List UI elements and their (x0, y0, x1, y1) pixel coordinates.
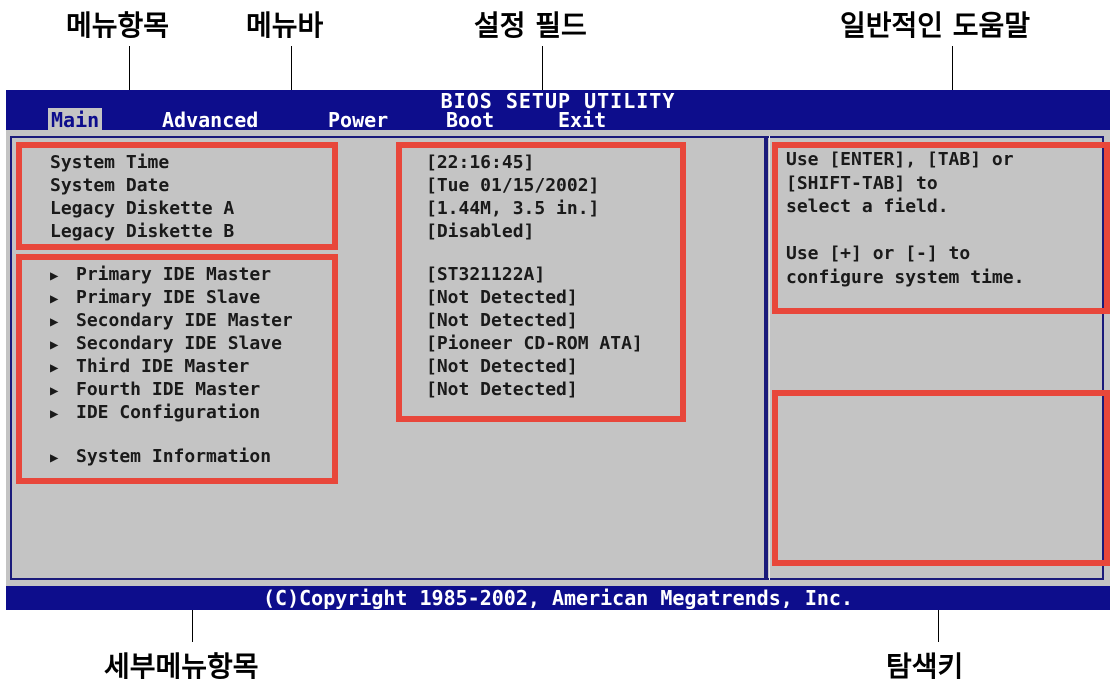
bios-screen: BIOS SETUP UTILITY Main Advanced Power B… (6, 89, 1110, 610)
callout-general-help: 일반적인 도움말 (840, 9, 1031, 42)
callout-config-fields: 설정 필드 (474, 9, 587, 42)
callout-submenu-item: 세부메뉴항목 (104, 650, 259, 683)
bios-menu-bar: BIOS SETUP UTILITY Main Advanced Power B… (6, 89, 1110, 132)
highlight-submenu-items (16, 254, 338, 484)
highlight-config-fields (396, 142, 686, 422)
highlight-menu-items (16, 142, 338, 250)
callout-menu-item: 메뉴항목 (66, 9, 170, 42)
copyright-footer: (C)Copyright 1985-2002, American Megatre… (6, 586, 1110, 610)
menu-main[interactable]: Main (48, 108, 103, 132)
highlight-navigation-keys (772, 390, 1110, 566)
menu-exit[interactable]: Exit (558, 108, 606, 132)
callout-menu-bar: 메뉴바 (246, 9, 324, 42)
menu-boot[interactable]: Boot (446, 108, 494, 132)
panel-divider (769, 136, 770, 580)
highlight-general-help (772, 142, 1110, 314)
menu-power[interactable]: Power (328, 108, 388, 132)
callout-navigation-keys: 탐색키 (886, 650, 964, 683)
menu-advanced[interactable]: Advanced (162, 108, 258, 132)
